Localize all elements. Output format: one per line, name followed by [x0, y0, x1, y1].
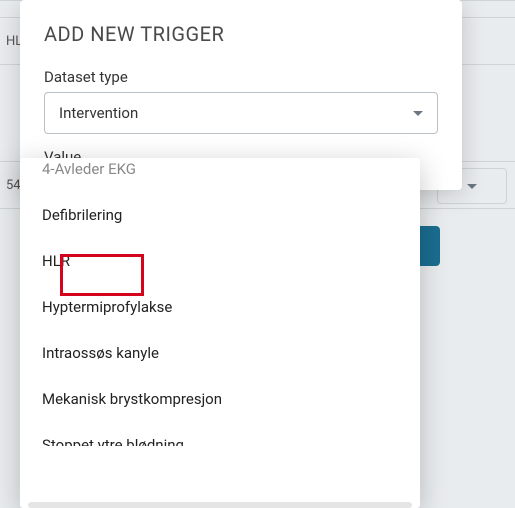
dropdown-option[interactable]: Mekanisk brystkompresjon — [20, 376, 420, 422]
dropdown-option[interactable]: Hyptermiprofylakse — [20, 284, 420, 330]
scrollbar-horizontal[interactable] — [28, 502, 412, 508]
dataset-type-select[interactable]: Intervention — [44, 92, 438, 134]
dropdown-option-hlr[interactable]: HLR — [20, 238, 420, 284]
bg-cell-text: 54 — [6, 178, 21, 193]
dropdown-option[interactable]: 4-Avleder EKG — [20, 158, 420, 192]
dataset-type-value: Intervention — [59, 104, 138, 122]
chevron-down-icon — [467, 184, 477, 189]
dataset-type-label: Dataset type — [44, 68, 438, 86]
dropdown-option[interactable]: Stoppet ytre blødning — [20, 422, 420, 446]
dropdown-option[interactable]: Defibrilering — [20, 192, 420, 238]
modal-title: ADD NEW TRIGGER — [44, 22, 438, 46]
dropdown-option[interactable]: Intraossøs kanyle — [20, 330, 420, 376]
value-dropdown-list: 4-Avleder EKG Defibrilering HLR Hyptermi… — [20, 158, 420, 508]
chevron-down-icon — [413, 111, 423, 116]
value-dropdown: 4-Avleder EKG Defibrilering HLR Hyptermi… — [20, 158, 420, 508]
